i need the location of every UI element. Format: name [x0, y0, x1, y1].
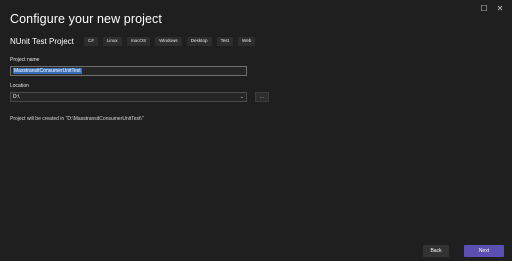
project-name-label: Project name [10, 57, 40, 63]
next-button[interactable]: Next [464, 245, 504, 257]
tag-linux: Linux [102, 37, 122, 46]
location-value: D:\ [13, 94, 20, 100]
project-path-info: Project will be created in "D:\Masstrans… [10, 116, 144, 122]
project-name-value: MasstransitConsumerUnitTest [13, 68, 82, 74]
window-controls: ☐ ✕ [478, 4, 506, 14]
chevron-down-icon: ⌄ [239, 94, 244, 100]
template-tags: C# Linux macOS Windows Desktop Test Web [83, 37, 256, 46]
back-button[interactable]: Back [423, 245, 449, 257]
tag-csharp: C# [83, 37, 98, 46]
template-name: NUnit Test Project [10, 37, 74, 46]
tag-windows: Windows [155, 37, 182, 46]
tag-macos: macOS [126, 37, 151, 46]
location-label: Location [10, 83, 29, 89]
maximize-icon[interactable]: ☐ [478, 4, 490, 14]
close-icon[interactable]: ✕ [494, 4, 506, 14]
tag-desktop: Desktop [186, 37, 212, 46]
template-summary: NUnit Test Project C# Linux macOS Window… [10, 37, 256, 46]
project-name-input[interactable]: MasstransitConsumerUnitTest [10, 66, 247, 76]
browse-button[interactable]: ... [255, 92, 269, 102]
page-title: Configure your new project [10, 12, 162, 26]
location-select[interactable]: D:\ ⌄ [10, 92, 247, 102]
tag-test: Test [216, 37, 233, 46]
tag-web: Web [238, 37, 256, 46]
